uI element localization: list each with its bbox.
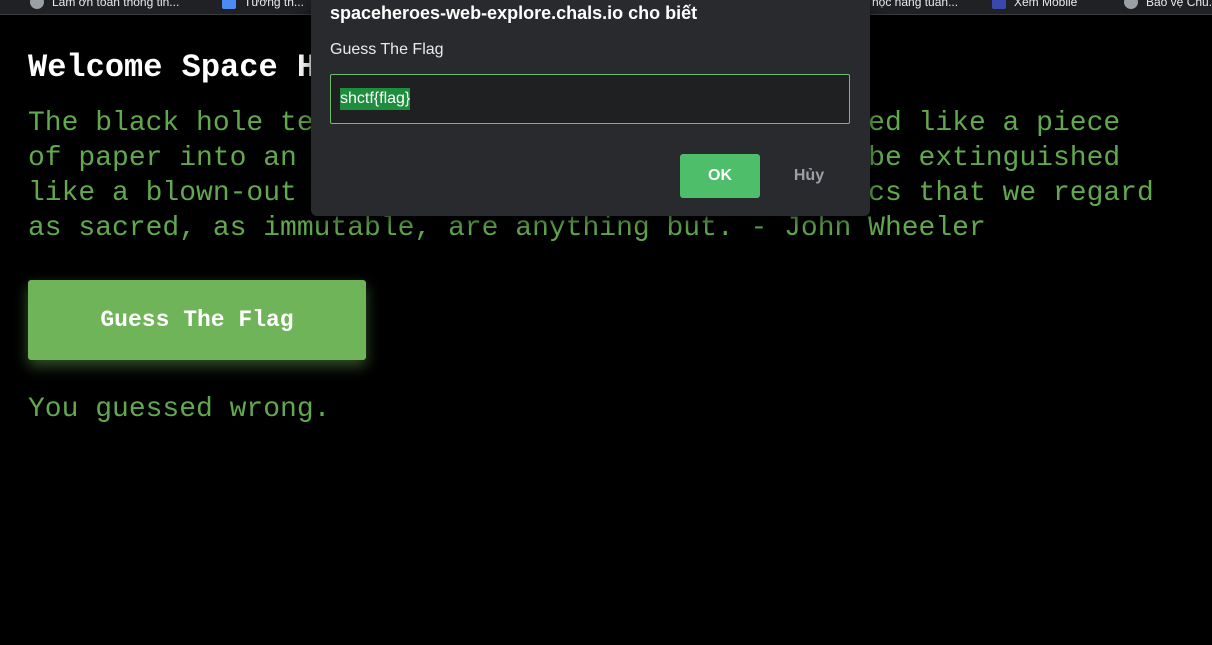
prompt-dialog: spaceheroes-web-explore.chals.io cho biế… [311, 0, 870, 216]
bookmark-item[interactable]: Bảo vệ Chủ... [1124, 0, 1212, 10]
bookmark-item[interactable]: học năng tuần... [872, 0, 958, 10]
cancel-button[interactable]: Hủy [773, 154, 845, 198]
ok-button[interactable]: OK [680, 154, 760, 198]
bookmark-label: Làm ơn toán thông tin... [52, 0, 180, 9]
result-message: You guessed wrong. [28, 394, 331, 425]
gear-icon [1124, 0, 1138, 9]
flag-input[interactable]: shctf{flag} [330, 74, 850, 124]
guess-flag-button[interactable]: Guess The Flag [28, 280, 366, 360]
bookmark-label: học năng tuần... [872, 0, 959, 9]
flag-input-value: shctf{flag} [340, 88, 411, 110]
bookmark-label: Tường th... [244, 0, 304, 9]
bookmark-item[interactable]: Xem Mobile [992, 0, 1077, 10]
bookmark-label: Xem Mobile [1014, 0, 1078, 9]
bookmark-label: Bảo vệ Chủ... [1146, 0, 1212, 9]
globe-icon [30, 0, 44, 9]
bookmark-icon [992, 0, 1006, 9]
dialog-title: spaceheroes-web-explore.chals.io cho biế… [330, 3, 698, 23]
bookmark-item[interactable]: Làm ơn toán thông tin... [30, 0, 179, 10]
drive-icon [222, 0, 236, 9]
bookmark-item[interactable]: Tường th... [222, 0, 304, 10]
dialog-message: Guess The Flag [330, 41, 444, 58]
